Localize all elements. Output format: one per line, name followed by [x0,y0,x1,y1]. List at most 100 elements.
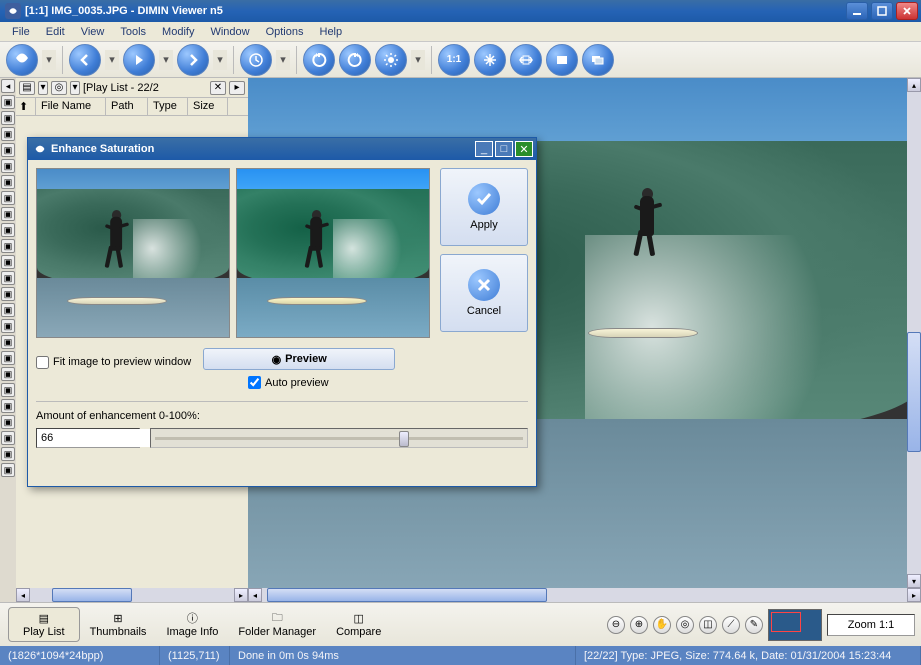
bottom-playlist-button[interactable]: ▤ Play List [8,607,80,642]
gutter-item[interactable]: ▣ [1,95,15,109]
gutter-item[interactable]: ▣ [1,239,15,253]
tool-clock-dd[interactable]: ▾ [276,50,290,70]
nav-fwd-dd[interactable]: ▾ [213,50,227,70]
bottom-folder-button[interactable]: 🗀 Folder Manager [228,609,326,640]
nav-back-icon[interactable] [69,44,101,76]
auto-check[interactable] [248,376,261,389]
nav-fwd-icon[interactable] [177,44,209,76]
scroll-left-icon[interactable]: ◂ [16,588,30,602]
tool-fullscreen-icon[interactable] [546,44,578,76]
crop-icon[interactable]: ◫ [699,616,717,634]
tool-rotate-right-icon[interactable] [339,44,371,76]
gutter-item[interactable]: ▣ [1,303,15,317]
col-arrow[interactable]: ⬆ [16,98,36,115]
gutter-item[interactable]: ▣ [1,207,15,221]
gutter-item[interactable]: ▣ [1,399,15,413]
scroll-left-icon[interactable]: ◂ [248,588,262,602]
menu-options[interactable]: Options [258,24,312,40]
apply-button[interactable]: Apply [440,168,528,246]
tool-zoom11-icon[interactable]: 1:1 [438,44,470,76]
tool-rotate-left-icon[interactable] [303,44,335,76]
gutter-item[interactable]: ▣ [1,287,15,301]
fit-check[interactable] [36,356,49,369]
gutter-item[interactable]: ▣ [1,383,15,397]
playlist-right-icon[interactable]: ▸ [229,81,245,95]
playlist-menu-icon[interactable]: ▤ [19,81,35,95]
playlist-dd2-icon[interactable]: ▾ [70,81,80,95]
amount-spinner[interactable]: ▴▾ [36,428,140,448]
dialog-titlebar[interactable]: Enhance Saturation _ □ ✕ [28,138,536,160]
gutter-item[interactable]: ▣ [1,463,15,477]
picker-icon[interactable]: ✎ [745,616,763,634]
hand-icon[interactable]: ✋ [653,616,671,634]
preview-button[interactable]: ◉ Preview [203,348,395,370]
amount-slider[interactable] [150,428,528,448]
menu-edit[interactable]: Edit [38,24,73,40]
menu-tools[interactable]: Tools [112,24,154,40]
scroll-right-icon[interactable]: ▸ [907,588,921,602]
playlist-close-icon[interactable]: ✕ [210,81,226,95]
dialog-close-icon[interactable]: ✕ [515,141,533,157]
col-filename[interactable]: File Name [36,98,106,115]
fit-checkbox[interactable]: Fit image to preview window [36,356,191,369]
nav-play-icon[interactable] [123,44,155,76]
gutter-item[interactable]: ▣ [1,351,15,365]
gutter-item[interactable]: ▣ [1,367,15,381]
scroll-up-icon[interactable]: ▴ [907,78,921,92]
menu-modify[interactable]: Modify [154,24,202,40]
gutter-item[interactable]: ▣ [1,127,15,141]
auto-checkbox[interactable]: Auto preview [248,376,528,389]
bottom-imageinfo-button[interactable]: ⓘ Image Info [156,609,228,640]
tool-clock-icon[interactable] [240,44,272,76]
gutter-item[interactable]: ▣ [1,159,15,173]
zoom-in-icon[interactable]: ⊕ [630,616,648,634]
gutter-item[interactable]: ▣ [1,191,15,205]
bottom-thumbnails-button[interactable]: ⊞ Thumbnails [80,609,157,640]
maximize-button[interactable] [871,2,893,20]
tool-fit-icon[interactable] [474,44,506,76]
tool-fitwidth-icon[interactable] [510,44,542,76]
gutter-item[interactable]: ▣ [1,447,15,461]
viewer-vscroll[interactable]: ▴ ▾ [907,78,921,588]
gutter-item[interactable]: ▣ [1,175,15,189]
col-size[interactable]: Size [188,98,228,115]
nav-play-dd[interactable]: ▾ [159,50,173,70]
tool-enhance-dd[interactable]: ▾ [411,50,425,70]
gutter-item[interactable]: ▣ [1,415,15,429]
tool-open-icon[interactable] [6,44,38,76]
tool-dropdown-icon[interactable]: ▾ [42,50,56,70]
dialog-maximize-icon[interactable]: □ [495,141,513,157]
playlist-hscroll[interactable]: ◂ ▸ [16,588,248,602]
zoom-out-icon[interactable]: ⊖ [607,616,625,634]
playlist-target-icon[interactable]: ◎ [51,81,67,95]
close-button[interactable] [896,2,918,20]
gutter-item[interactable]: ▣ [1,255,15,269]
dialog-minimize-icon[interactable]: _ [475,141,493,157]
menu-help[interactable]: Help [312,24,351,40]
menu-window[interactable]: Window [202,24,257,40]
minimize-button[interactable] [846,2,868,20]
gutter-item[interactable]: ▣ [1,223,15,237]
ruler-icon[interactable]: ⟋ [722,616,740,634]
cancel-button[interactable]: Cancel [440,254,528,332]
col-path[interactable]: Path [106,98,148,115]
gutter-item[interactable]: ▣ [1,431,15,445]
playlist-dd-icon[interactable]: ▾ [38,81,48,95]
menu-file[interactable]: File [4,24,38,40]
gutter-item[interactable]: ▣ [1,143,15,157]
slider-thumb[interactable] [399,431,409,447]
tool-enhance-icon[interactable] [375,44,407,76]
scroll-down-icon[interactable]: ▾ [907,574,921,588]
gutter-item[interactable]: ▣ [1,335,15,349]
gutter-item[interactable]: ▣ [1,111,15,125]
menu-view[interactable]: View [73,24,113,40]
bottom-compare-button[interactable]: ◫ Compare [326,609,391,640]
target-icon[interactable]: ◎ [676,616,694,634]
nav-back-dd[interactable]: ▾ [105,50,119,70]
zoom-display[interactable]: Zoom 1:1 [827,614,915,636]
tool-slideshow-icon[interactable] [582,44,614,76]
scroll-right-icon[interactable]: ▸ [234,588,248,602]
viewer-hscroll[interactable]: ◂ ▸ [248,588,921,602]
col-type[interactable]: Type [148,98,188,115]
gutter-item[interactable]: ▣ [1,319,15,333]
